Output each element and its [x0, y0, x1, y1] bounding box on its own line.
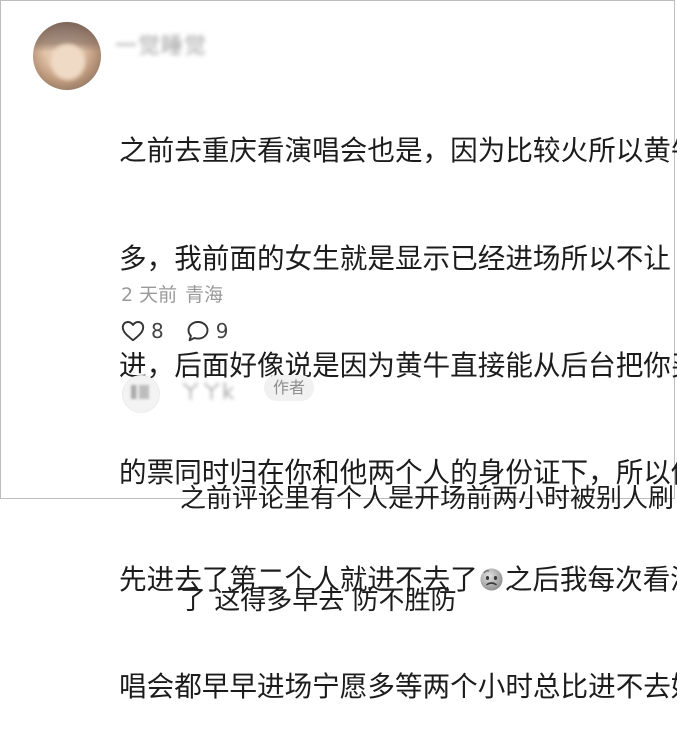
comment-line: 多，我前面的女生就是显示已经进场所以不让	[119, 241, 671, 275]
comment-location: 青海	[185, 284, 224, 306]
author-badge: 作者	[264, 375, 314, 401]
comment-username[interactable]: 一觉睡觉	[115, 28, 207, 60]
comment-line: 唱会都早早进场宁愿多等两个小时总比进不去好	[119, 669, 677, 703]
comment-meta: 2 天前 青海	[121, 280, 223, 307]
comment-actions: 8 9	[121, 318, 228, 344]
comment-time: 2 天前	[121, 284, 178, 306]
avatar-face	[51, 44, 85, 80]
like-count: 8	[151, 319, 164, 343]
reply-avatar-glyph	[131, 385, 149, 399]
heart-icon	[121, 320, 145, 342]
reply-line: 之前评论里有个人是开场前两小时被别人刷	[180, 484, 675, 514]
reply-count: 9	[215, 319, 229, 343]
reply-button[interactable]: 9	[186, 319, 229, 343]
reply-avatar[interactable]	[122, 375, 160, 413]
reply-line: 了 这得多早去 防不胜防	[180, 586, 457, 616]
reply-text: 之前评论里有个人是开场前两小时被别人刷 了 这得多早去 防不胜防	[180, 414, 675, 652]
comment-line: 之前去重庆看演唱会也是，因为比较火所以黄牛	[119, 134, 677, 168]
comment-bubble-icon	[186, 320, 210, 342]
reply-username[interactable]: ㄚㄚk	[180, 376, 234, 406]
like-button[interactable]: 8	[121, 319, 164, 343]
avatar[interactable]	[33, 22, 101, 90]
